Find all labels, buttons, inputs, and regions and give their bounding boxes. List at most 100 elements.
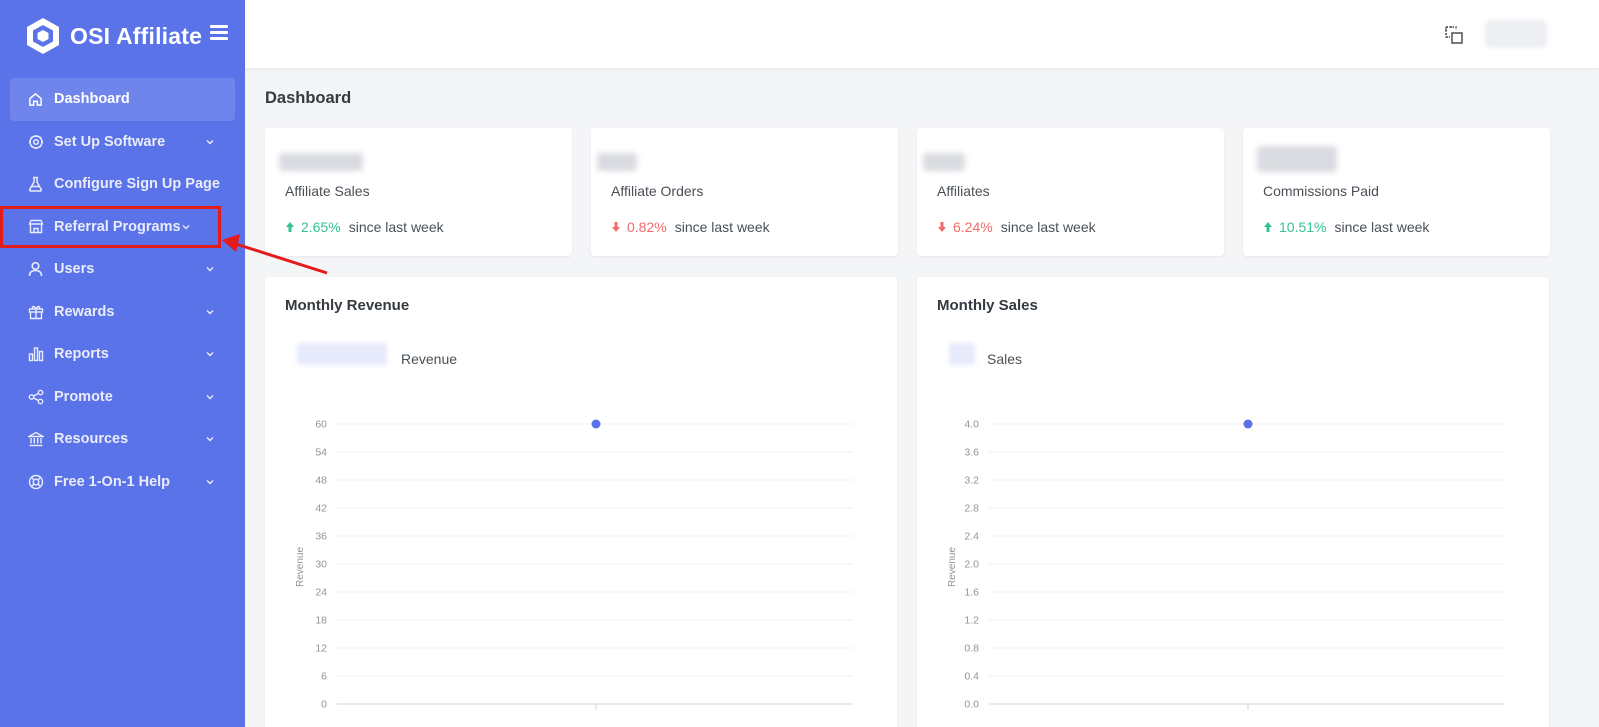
stat-value-redacted — [279, 153, 363, 171]
sidebar-item-free-help[interactable]: Free 1-On-1 Help — [0, 461, 245, 504]
sidebar-item-reports[interactable]: Reports — [0, 333, 245, 376]
stat-label: Affiliate Orders — [611, 183, 704, 199]
sidebar-item-set-up-software[interactable]: Set Up Software — [0, 121, 245, 164]
topbar — [245, 0, 1599, 68]
y-tick-label: 1.2 — [964, 615, 979, 627]
sidebar-item-promote[interactable]: Promote — [0, 376, 245, 419]
sidebar-item-label: Rewards — [54, 303, 115, 320]
y-tick-label: 36 — [315, 531, 327, 543]
stat-value-redacted — [597, 153, 637, 171]
y-tick-label: 3.6 — [964, 447, 979, 459]
flask-icon — [27, 176, 44, 193]
brand[interactable]: OSI Affiliate — [24, 15, 202, 57]
stat-trend: 2.65% since last week — [285, 219, 444, 235]
y-tick-label: 2.4 — [964, 531, 979, 543]
stat-card-affiliate-orders: Affiliate Orders 0.82% since last week — [591, 128, 898, 256]
y-tick-label: 18 — [315, 615, 327, 627]
stat-value-redacted — [923, 153, 965, 171]
y-tick-label: 2.0 — [964, 559, 979, 571]
stat-card-commissions-paid: Commissions Paid 10.51% since last week — [1243, 128, 1550, 256]
chevron-down-icon — [206, 267, 214, 272]
chevron-down-icon — [206, 437, 214, 442]
sidebar-item-rewards[interactable]: Rewards — [0, 291, 245, 334]
user-icon — [27, 261, 44, 278]
y-tick-label: 48 — [315, 475, 327, 487]
stat-label: Affiliate Sales — [285, 183, 370, 199]
logo-icon — [27, 18, 59, 54]
arrow-up-icon — [1264, 222, 1272, 232]
y-tick-label: 4.0 — [964, 419, 979, 431]
y-axis-title: Revenue — [295, 547, 306, 587]
stat-change: 10.51% — [1279, 219, 1327, 235]
stat-change: 0.82% — [627, 219, 667, 235]
data-point — [591, 419, 601, 429]
monthly-revenue-chart: 60544842363024181260Revenue — [295, 419, 853, 711]
chevron-down-icon — [182, 224, 190, 229]
stat-trend: 6.24% since last week — [937, 219, 1096, 235]
sidebar-item-resources[interactable]: Resources — [0, 418, 245, 461]
y-tick-label: 24 — [315, 587, 327, 599]
sidebar-item-configure-sign-up-page[interactable]: Configure Sign Up Page — [0, 163, 245, 206]
sidebar-item-label: Reports — [54, 346, 109, 363]
monthly-sales-chart: 4.0 3.6 3.2 2.8 2.4 2.0 1.6 1.2 0.8 0.4 0.0 Revenue — [947, 419, 1505, 711]
store-icon — [27, 218, 44, 235]
sidebar-item-label: Dashboard — [54, 91, 130, 108]
y-tick-label: 60 — [315, 419, 327, 431]
stat-change-suffix: since last week — [674, 219, 770, 235]
sidebar-item-label: Set Up Software — [54, 133, 166, 150]
y-tick-label: 30 — [315, 559, 327, 571]
sidebar-item-label: Referral Programs — [54, 218, 181, 235]
chevron-down-icon — [206, 139, 214, 144]
gift-icon — [27, 303, 44, 320]
y-tick-label: 2.8 — [964, 503, 979, 515]
y-axis-title: Revenue — [947, 547, 958, 587]
y-tick-label: 0.4 — [964, 671, 979, 683]
fullscreen-icon[interactable] — [1444, 25, 1464, 45]
sidebar-item-label: Users — [54, 261, 95, 278]
stat-change-suffix: since last week — [1000, 219, 1096, 235]
y-tick-label: 3.2 — [964, 475, 979, 487]
sidebar-item-label: Configure Sign Up Page — [54, 176, 220, 193]
brand-name: OSI Affiliate — [70, 22, 203, 49]
stat-trend: 0.82% since last week — [611, 219, 770, 235]
y-tick-label: 1.6 — [964, 587, 979, 599]
stat-change: 2.65% — [301, 219, 341, 235]
stat-label: Commissions Paid — [1263, 183, 1379, 199]
chart-card-monthly-sales: Monthly Sales Sales 4.0 3.6 3.2 2.8 2.4 2.0 1.… — [917, 277, 1549, 727]
stat-change-suffix: since last week — [1334, 219, 1430, 235]
home-icon — [27, 91, 44, 108]
gear-icon — [27, 133, 44, 150]
stat-trend: 10.51% since last week — [1263, 219, 1429, 235]
y-tick-label: 12 — [315, 643, 327, 655]
stat-change: 6.24% — [953, 219, 993, 235]
sidebar-item-users[interactable]: Users — [0, 248, 245, 291]
sidebar-item-label: Promote — [54, 388, 113, 405]
y-tick-label: 0 — [321, 699, 327, 711]
sidebar-item-dashboard[interactable]: Dashboard — [10, 78, 235, 121]
page-title: Dashboard — [265, 89, 352, 107]
y-tick-label: 0.0 — [964, 699, 979, 711]
bar-chart-icon — [27, 346, 44, 363]
user-avatar[interactable] — [1485, 20, 1547, 48]
chevron-down-icon — [206, 352, 214, 357]
sidebar-menu: Dashboard Set Up Software Configure Sign… — [0, 78, 245, 503]
share-icon — [27, 388, 44, 405]
chart-card-monthly-revenue: Monthly Revenue Revenue 60 54 48 42 36 30 24 18… — [265, 277, 897, 727]
chevron-down-icon — [206, 394, 214, 399]
y-tick-label: 6 — [321, 671, 327, 683]
menu-toggle-icon[interactable] — [210, 25, 228, 41]
sidebar-item-label: Resources — [54, 431, 129, 448]
data-point — [1243, 419, 1253, 429]
chevron-down-icon — [206, 479, 214, 484]
arrow-down-icon — [938, 222, 946, 232]
stat-card-affiliate-sales: Affiliate Sales 2.65% since last week — [265, 128, 572, 256]
y-tick-label: 42 — [315, 503, 327, 515]
arrow-up-icon — [286, 222, 294, 232]
y-tick-label: 0.8 — [964, 643, 979, 655]
stat-change-suffix: since last week — [348, 219, 444, 235]
bank-icon — [27, 431, 44, 448]
stat-label: Affiliates — [937, 183, 990, 199]
sidebar-item-referral-programs[interactable]: Referral Programs — [0, 205, 221, 248]
chevron-down-icon — [206, 309, 214, 314]
sidebar-item-label: Free 1-On-1 Help — [54, 473, 171, 490]
